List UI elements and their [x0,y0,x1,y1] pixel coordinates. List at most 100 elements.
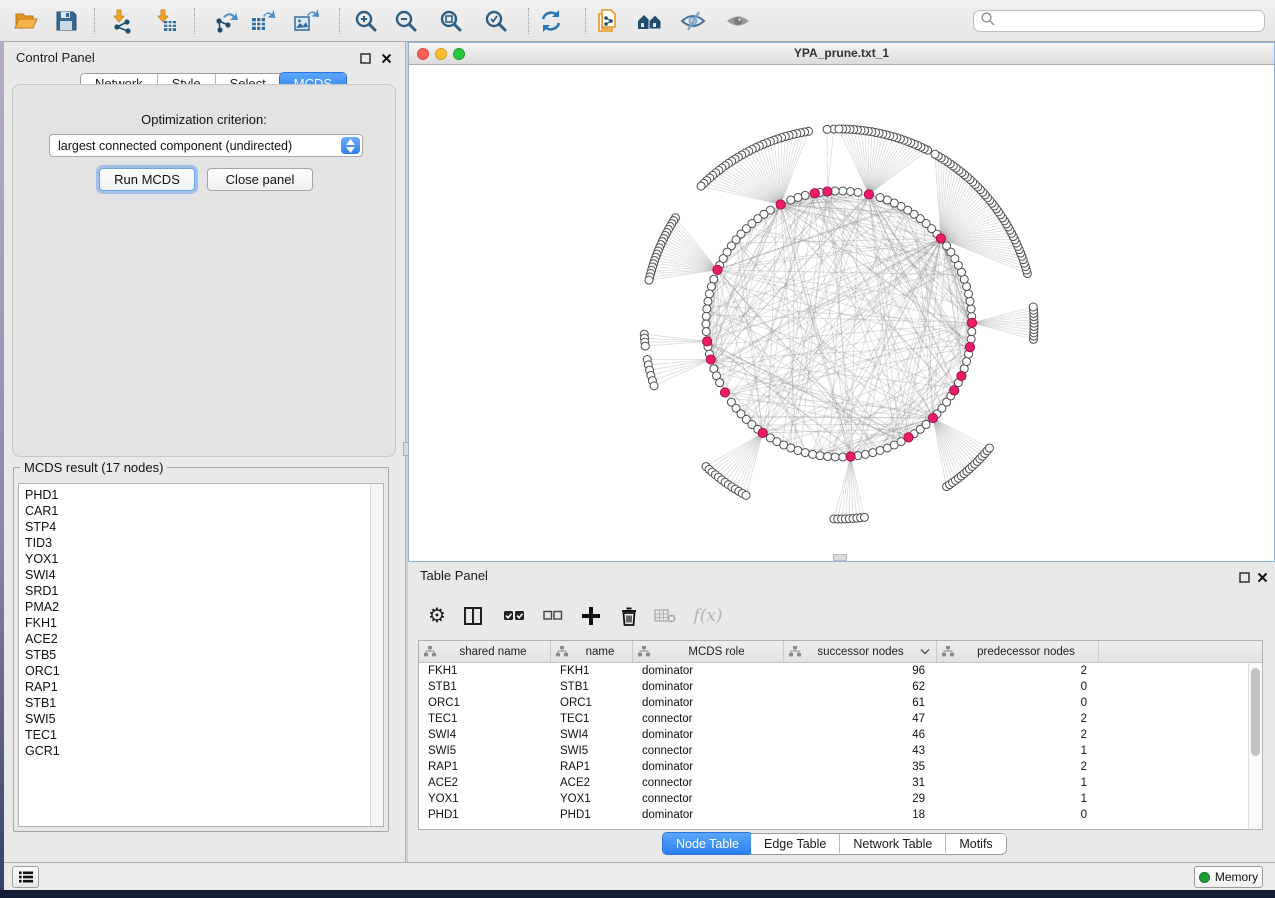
cell-successor-nodes: 46 [784,727,937,743]
cell-successor-nodes: 62 [784,679,937,695]
column-header-successor-nodes[interactable]: successor nodes [784,641,937,662]
first-neighbors-icon[interactable] [636,7,664,35]
tab-node-table[interactable]: Node Table [663,833,752,854]
close-panel-icon[interactable] [379,51,393,65]
table-row[interactable]: SWI5SWI5connector431 [419,743,1262,759]
refresh-icon[interactable] [537,7,565,35]
clone-network-icon[interactable] [593,7,621,35]
column-header-MCDS-role[interactable]: MCDS role [633,641,784,662]
export-table-icon[interactable] [249,7,277,35]
column-header-shared-name[interactable]: shared name [419,641,551,662]
cell-name: STB1 [551,679,633,695]
show-columns-icon[interactable] [460,603,486,629]
network-graph[interactable] [409,65,1274,561]
cell-predecessor-nodes: 2 [937,711,1099,727]
mcds-result-item[interactable]: PMA2 [25,599,383,615]
table-row[interactable]: PHD1PHD1dominator180 [419,807,1262,823]
table-settings-gear-icon[interactable]: ⚙ [424,603,450,629]
main-toolbar [0,0,1275,42]
cell-successor-nodes: 18 [784,807,937,823]
criterion-label: Optimization criterion: [13,112,395,127]
search-field[interactable] [973,10,1265,32]
hide-selected-icon[interactable] [679,7,707,35]
task-history-button[interactable] [12,866,39,888]
show-all-icon[interactable] [724,7,752,35]
delete-column-trash-icon[interactable] [616,603,642,629]
mcds-result-item[interactable]: STP4 [25,519,383,535]
table-row[interactable]: TEC1TEC1connector472 [419,711,1262,727]
cell-name: PHD1 [551,807,633,823]
export-network-icon[interactable] [212,7,240,35]
mcds-result-item[interactable]: ACE2 [25,631,383,647]
import-network-icon[interactable] [108,7,136,35]
tab-motifs[interactable]: Motifs [946,834,1005,853]
float-panel-icon[interactable] [358,51,372,65]
mcds-result-item[interactable]: YOX1 [25,551,383,567]
mcds-list-scrollbar[interactable] [370,484,383,826]
mcds-result-item[interactable]: GCR1 [25,743,383,759]
column-header-name[interactable]: name [551,641,633,662]
close-table-panel-icon[interactable] [1255,570,1269,584]
mcds-result-item[interactable]: PHD1 [25,487,383,503]
mcds-result-item[interactable]: FKH1 [25,615,383,631]
node-table[interactable]: shared namenameMCDS rolesuccessor nodesp… [418,640,1263,830]
memory-button[interactable]: Memory [1194,866,1263,888]
open-session-icon[interactable] [12,7,40,35]
mcds-result-item[interactable]: STB5 [25,647,383,663]
table-row[interactable]: STB1STB1dominator620 [419,679,1262,695]
network-window-titlebar[interactable]: YPA_prune.txt_1 [409,43,1274,65]
table-scrollbar[interactable] [1248,663,1262,829]
mcds-result-item[interactable]: SRD1 [25,583,383,599]
status-bar: Memory [4,862,1275,890]
table-row[interactable]: SWI4SWI4dominator462 [419,727,1262,743]
mcds-result-item[interactable]: CAR1 [25,503,383,519]
export-image-icon[interactable] [292,7,320,35]
add-column-icon[interactable] [578,603,604,629]
save-session-icon[interactable] [52,7,80,35]
mcds-result-item[interactable]: STB1 [25,695,383,711]
deselect-all-rows-icon[interactable] [540,603,566,629]
mcds-result-item[interactable]: SWI4 [25,567,383,583]
criterion-dropdown[interactable]: largest connected component (undirected) [49,134,363,157]
zoom-selected-icon[interactable] [482,7,510,35]
cell-name: ACE2 [551,775,633,791]
select-all-rows-icon[interactable] [501,603,527,629]
mcds-result-item[interactable]: ORC1 [25,663,383,679]
mcds-result-list[interactable]: PHD1CAR1STP4TID3YOX1SWI4SRD1PMA2FKH1ACE2… [18,483,384,827]
table-row[interactable]: ACE2ACE2connector311 [419,775,1262,791]
table-row[interactable]: RAP1RAP1dominator352 [419,759,1262,775]
horizontal-splitter-grip[interactable] [833,554,847,561]
zoom-out-icon[interactable] [392,7,420,35]
cell-MCDS-role: connector [633,791,784,807]
import-table-icon[interactable] [152,7,180,35]
table-scrollbar-thumb[interactable] [1251,668,1260,756]
close-panel-button[interactable]: Close panel [207,168,313,191]
mcds-result-title: MCDS result (17 nodes) [20,460,167,475]
search-input[interactable] [996,12,1264,30]
mcds-result-item[interactable]: TID3 [25,535,383,551]
cell-MCDS-role: dominator [633,663,784,679]
tab-edge-table[interactable]: Edge Table [751,834,840,853]
zoom-fit-icon[interactable] [437,7,465,35]
cell-successor-nodes: 31 [784,775,937,791]
toolbar-separator [194,8,195,34]
cell-shared-name: STB1 [419,679,551,695]
tab-network-table[interactable]: Network Table [840,834,946,853]
cell-shared-name: TEC1 [419,711,551,727]
float-table-panel-icon[interactable] [1237,570,1251,584]
cell-MCDS-role: dominator [633,759,784,775]
table-row[interactable]: FKH1FKH1dominator962 [419,663,1262,679]
cell-shared-name: SWI5 [419,743,551,759]
mcds-result-item[interactable]: SWI5 [25,711,383,727]
mcds-result-item[interactable]: RAP1 [25,679,383,695]
table-row[interactable]: YOX1YOX1connector291 [419,791,1262,807]
cell-successor-nodes: 96 [784,663,937,679]
run-mcds-button[interactable]: Run MCDS [99,168,195,191]
cell-predecessor-nodes: 2 [937,727,1099,743]
network-canvas[interactable] [409,65,1274,561]
table-row[interactable]: ORC1ORC1dominator610 [419,695,1262,711]
zoom-in-icon[interactable] [352,7,380,35]
memory-status-icon [1199,872,1210,883]
column-header-predecessor-nodes[interactable]: predecessor nodes [937,641,1099,662]
mcds-result-item[interactable]: TEC1 [25,727,383,743]
